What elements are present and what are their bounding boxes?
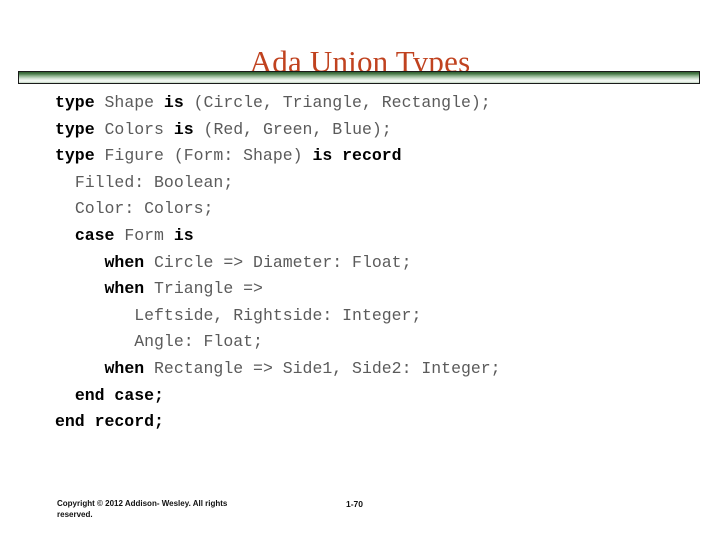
code-keyword: end record; <box>55 412 164 432</box>
code-line: end record; <box>55 409 705 436</box>
code-identifier: Figure (Form: Shape) <box>94 146 313 166</box>
code-line: type Shape is (Circle, Triangle, Rectang… <box>55 90 705 117</box>
footer-copyright: Copyright © 2012 Addison- Wesley. All ri… <box>57 498 237 520</box>
slide: Ada Union Types type Shape is (Circle, T… <box>0 0 720 540</box>
code-block: type Shape is (Circle, Triangle, Rectang… <box>55 90 705 436</box>
code-identifier: Angle: Float; <box>134 332 263 352</box>
title-divider-bar <box>18 71 700 84</box>
code-keyword: when <box>104 252 145 272</box>
code-line: when Triangle => <box>55 276 705 303</box>
code-line: Filled: Boolean; <box>55 170 705 197</box>
code-line: when Circle => Diameter: Float; <box>55 250 705 277</box>
code-identifier: Circle => Diameter: Float; <box>144 252 412 272</box>
code-identifier: Leftside, Rightside: Integer; <box>134 305 422 325</box>
code-identifier: Color: Colors; <box>74 199 214 219</box>
code-line: when Rectangle => Side1, Side2: Integer; <box>55 356 705 383</box>
code-identifier: Triangle => <box>144 279 263 299</box>
code-identifier: Rectangle => Side1, Side2: Integer; <box>144 358 501 378</box>
code-line: type Colors is (Red, Green, Blue); <box>55 117 705 144</box>
code-keyword: is <box>163 93 184 112</box>
code-keyword: end case; <box>74 385 164 405</box>
code-identifier: (Red, Green, Blue); <box>193 119 392 139</box>
code-keyword: when <box>104 279 145 299</box>
code-line: Color: Colors; <box>55 196 705 223</box>
code-identifier: Colors <box>94 119 174 139</box>
code-keyword: case <box>74 225 115 245</box>
code-keyword: type <box>55 93 95 112</box>
code-line: case Form is <box>55 223 705 250</box>
code-line: end case; <box>55 383 705 410</box>
code-line: type Figure (Form: Shape) is record <box>55 143 705 170</box>
code-line: Angle: Float; <box>55 329 705 356</box>
code-identifier: (Circle, Triangle, Rectangle); <box>183 93 491 112</box>
code-identifier: Shape <box>94 93 164 112</box>
footer-page-number: 1-70 <box>346 499 364 509</box>
code-line: Leftside, Rightside: Integer; <box>55 303 705 330</box>
code-identifier: Filled: Boolean; <box>74 172 234 192</box>
footer-copyright-line1: Copyright © 2012 Addison- <box>57 499 160 508</box>
code-keyword: type <box>55 119 95 139</box>
code-keyword: is record <box>312 146 402 166</box>
code-keyword: is <box>173 119 194 139</box>
code-identifier: Form <box>114 225 174 245</box>
code-keyword: is <box>173 225 194 245</box>
code-keyword: when <box>104 358 145 378</box>
code-keyword: type <box>55 146 95 166</box>
